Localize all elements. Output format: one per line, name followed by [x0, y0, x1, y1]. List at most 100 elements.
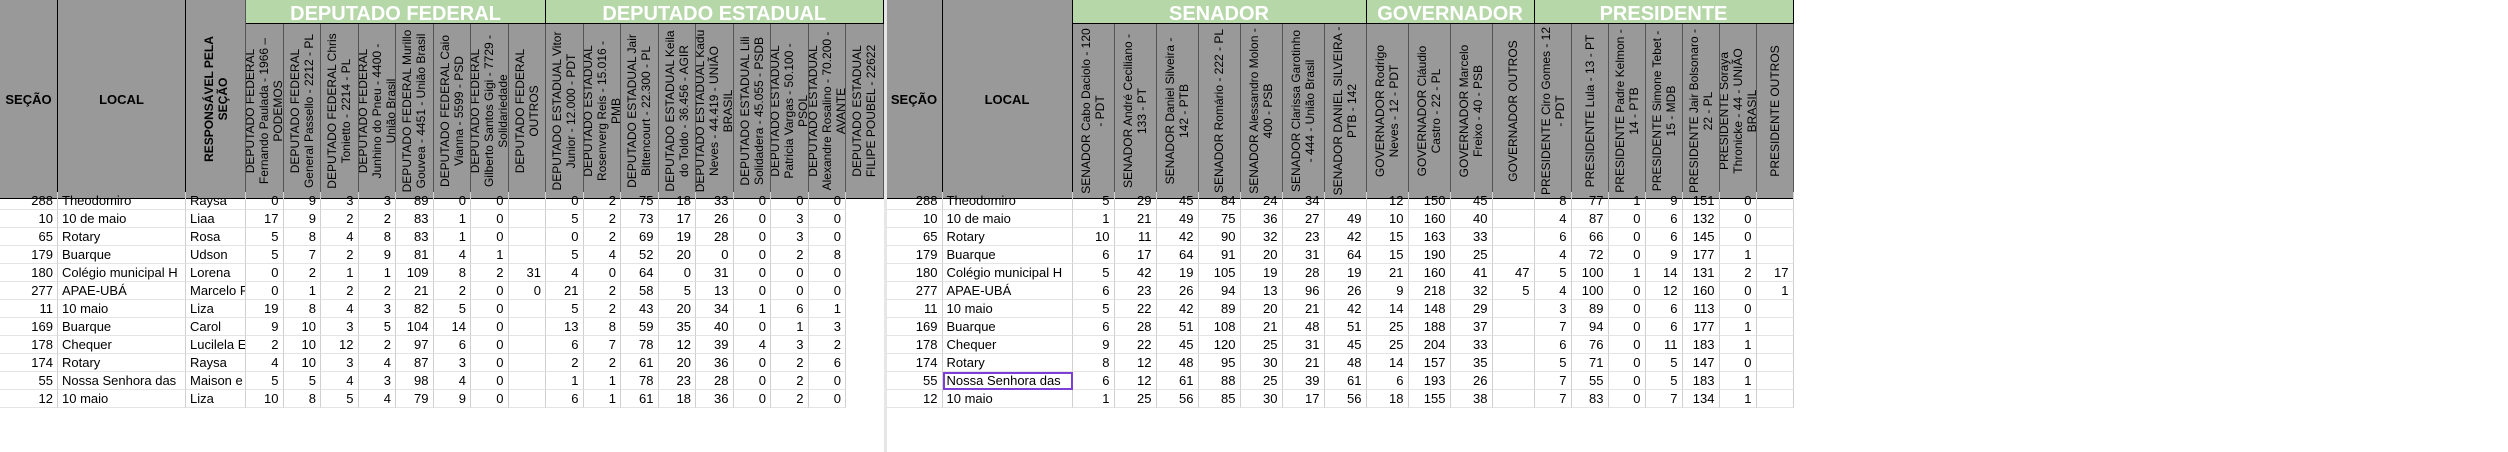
cell-senador[interactable]: 6	[1072, 318, 1115, 336]
cell-senador[interactable]: 51	[1324, 318, 1367, 336]
cell-senador[interactable]: 21	[1282, 354, 1325, 372]
cell-secao-right[interactable]: 169	[886, 318, 943, 336]
cell-presidente[interactable]: 5	[1645, 354, 1683, 372]
cell-dep-federal[interactable]: 17	[246, 210, 284, 228]
cell-senador[interactable]: 42	[1114, 264, 1157, 282]
cell-dep-federal[interactable]: 2	[321, 246, 359, 264]
cell-presidente[interactable]: 0	[1608, 390, 1646, 408]
cell-senador[interactable]: 25	[1114, 390, 1157, 408]
cell-dep-estadual[interactable]: 12	[658, 336, 696, 354]
cell-presidente[interactable]: 8	[1534, 192, 1572, 210]
cell-dep-federal[interactable]: 14	[433, 318, 471, 336]
cell-local[interactable]: Nossa Senhora das	[58, 372, 186, 390]
cell-dep-estadual[interactable]: 3	[771, 228, 809, 246]
cell-senador[interactable]: 6	[1072, 246, 1115, 264]
cell-senador[interactable]: 108	[1198, 318, 1241, 336]
cell-dep-federal[interactable]	[508, 336, 546, 354]
cell-presidente[interactable]	[1756, 390, 1794, 408]
cell-senador[interactable]: 49	[1156, 210, 1199, 228]
cell-secao-right[interactable]: 65	[886, 228, 943, 246]
cell-dep-federal[interactable]: 12	[321, 336, 359, 354]
cell-senador[interactable]	[1324, 192, 1367, 210]
cell-presidente[interactable]	[1756, 372, 1794, 390]
cell-local-right[interactable]: APAE-UBÁ	[942, 282, 1073, 300]
cell-dep-estadual[interactable]: 5	[546, 300, 584, 318]
cell-dep-federal[interactable]: 4	[433, 246, 471, 264]
cell-presidente[interactable]: 151	[1682, 192, 1720, 210]
cell-dep-federal[interactable]: 1	[283, 282, 321, 300]
cell-presidente[interactable]: 7	[1645, 390, 1683, 408]
cell-dep-estadual[interactable]: 39	[696, 336, 734, 354]
cell-local[interactable]: Buarque	[58, 246, 186, 264]
cell-senador[interactable]: 64	[1324, 246, 1367, 264]
cell-dep-estadual[interactable]: 2	[583, 354, 621, 372]
cell-dep-federal[interactable]: 98	[396, 372, 434, 390]
cell-senador[interactable]: 30	[1240, 390, 1283, 408]
cell-governador[interactable]: 35	[1450, 354, 1493, 372]
cell-dep-federal[interactable]: 0	[433, 192, 471, 210]
cell-senador[interactable]: 45	[1324, 336, 1367, 354]
cell-secao-right[interactable]: 277	[886, 282, 943, 300]
cell-local-right[interactable]: Rotary	[942, 354, 1073, 372]
cell-secao[interactable]: 55	[0, 372, 58, 390]
cell-secao[interactable]: 169	[0, 318, 58, 336]
cell-dep-estadual[interactable]: 8	[808, 246, 846, 264]
cell-dep-estadual[interactable]: 0	[808, 390, 846, 408]
cell-governador[interactable]	[1492, 228, 1535, 246]
cell-dep-federal[interactable]: 6	[433, 336, 471, 354]
cell-dep-estadual[interactable]: 1	[583, 372, 621, 390]
cell-presidente[interactable]: 134	[1682, 390, 1720, 408]
cell-dep-federal[interactable]: 5	[283, 372, 321, 390]
cell-dep-federal[interactable]: 83	[396, 210, 434, 228]
cell-dep-estadual[interactable]: 17	[658, 210, 696, 228]
cell-dep-federal[interactable]	[508, 390, 546, 408]
cell-dep-estadual[interactable]: 78	[621, 336, 659, 354]
cell-presidente[interactable]: 1	[1719, 336, 1757, 354]
cell-governador[interactable]: 40	[1450, 210, 1493, 228]
cell-dep-estadual[interactable]: 2	[546, 354, 584, 372]
cell-governador[interactable]: 9	[1366, 282, 1409, 300]
cell-dep-federal[interactable]: 4	[358, 390, 396, 408]
cell-governador[interactable]: 37	[1450, 318, 1493, 336]
cell-dep-federal[interactable]	[508, 228, 546, 246]
cell-senador[interactable]: 21	[1240, 318, 1283, 336]
cell-dep-estadual[interactable]: 2	[808, 336, 846, 354]
cell-dep-federal[interactable]: 2	[433, 282, 471, 300]
cell-presidente[interactable]: 183	[1682, 372, 1720, 390]
cell-dep-estadual[interactable]: 28	[696, 372, 734, 390]
cell-dep-federal[interactable]	[508, 372, 546, 390]
cell-presidente[interactable]: 6	[1534, 336, 1572, 354]
cell-governador[interactable]: 26	[1450, 372, 1493, 390]
cell-presidente[interactable]: 1	[1719, 372, 1757, 390]
cell-dep-federal[interactable]: 83	[396, 228, 434, 246]
cell-senador[interactable]: 84	[1198, 192, 1241, 210]
cell-senador[interactable]: 90	[1198, 228, 1241, 246]
cell-presidente[interactable]: 89	[1571, 300, 1609, 318]
cell-dep-federal[interactable]: 0	[471, 354, 509, 372]
cell-governador[interactable]: 6	[1366, 372, 1409, 390]
cell-presidente[interactable]: 94	[1571, 318, 1609, 336]
cell-governador[interactable]	[1492, 354, 1535, 372]
cell-dep-estadual[interactable]: 18	[658, 192, 696, 210]
cell-presidente[interactable]: 0	[1608, 354, 1646, 372]
cell-dep-estadual[interactable]: 0	[808, 192, 846, 210]
cell-dep-federal[interactable]: 5	[246, 372, 284, 390]
cell-dep-federal[interactable]: 79	[396, 390, 434, 408]
cell-dep-estadual[interactable]: 0	[733, 318, 771, 336]
cell-presidente[interactable]: 160	[1682, 282, 1720, 300]
cell-local[interactable]: Rotary	[58, 228, 186, 246]
cell-dep-federal[interactable]: 5	[246, 228, 284, 246]
cell-senador[interactable]: 56	[1156, 390, 1199, 408]
cell-governador[interactable]: 14	[1366, 354, 1409, 372]
cell-dep-federal[interactable]: 3	[321, 354, 359, 372]
cell-responsavel[interactable]: Rosa	[186, 228, 246, 246]
cell-governador[interactable]: 15	[1366, 246, 1409, 264]
cell-presidente[interactable]: 17	[1756, 264, 1794, 282]
cell-dep-estadual[interactable]: 73	[621, 210, 659, 228]
cell-dep-estadual[interactable]: 19	[658, 228, 696, 246]
cell-dep-federal[interactable]: 9	[433, 390, 471, 408]
cell-presidente[interactable]: 147	[1682, 354, 1720, 372]
cell-governador[interactable]: 188	[1408, 318, 1451, 336]
cell-governador[interactable]: 193	[1408, 372, 1451, 390]
cell-governador[interactable]: 155	[1408, 390, 1451, 408]
